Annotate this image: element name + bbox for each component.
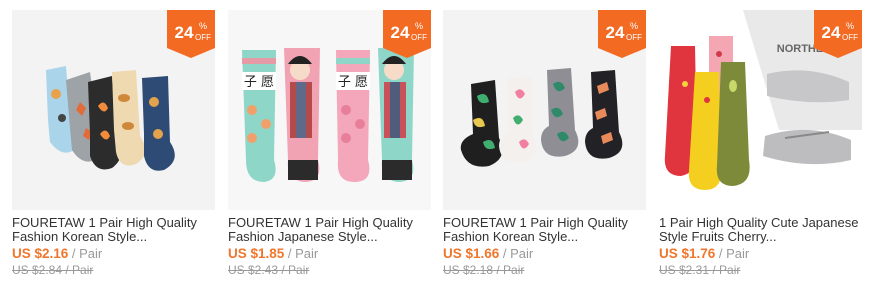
original-price: US $2.31 / Pair [659,263,740,277]
product-card[interactable]: NORTHEST 24 % OFF 1 Pair High Quality Cu… [659,10,862,280]
product-title-line1: 1 Pair High Quality Cute Japanese [659,216,859,230]
sock-text: 子 愿 [338,75,368,90]
product-title[interactable]: FOURETAW 1 Pair High Quality Fashion Kor… [12,216,215,244]
price-unit: / Pair [284,246,319,261]
original-price: US $2.43 / Pair [228,263,309,277]
price-value: US $1.66 [443,246,500,261]
product-price: US $1.76 / Pair [659,246,749,261]
discount-percent: % [846,21,854,31]
discount-badge: 24 % OFF [598,10,646,58]
discount-percent: % [199,21,207,31]
price-unit: / Pair [68,246,103,261]
product-title-line1: FOURETAW 1 Pair High Quality [12,216,197,230]
product-title-line2: Fashion Korean Style... [12,230,148,244]
original-price: US $2.18 / Pair [443,263,524,277]
discount-off: OFF [626,33,642,42]
price-value: US $1.85 [228,246,285,261]
original-price-value: US $2.31 [659,263,710,277]
sock-mint [242,50,276,182]
original-price-unit: / Pair [278,263,310,277]
sock-pink [336,50,370,182]
price-value: US $1.76 [659,246,716,261]
original-price-value: US $2.43 [228,263,279,277]
discount-number: 24 [606,23,625,42]
original-price-value: US $2.18 [443,263,494,277]
original-price-value: US $2.84 [12,263,63,277]
product-card[interactable]: 24 % OFF FOURETAW 1 Pair High Quality Fa… [12,10,215,280]
product-grid: 24 % OFF FOURETAW 1 Pair High Quality Fa… [0,0,887,287]
discount-badge: 24 % OFF [167,10,215,58]
product-title-line1: FOURETAW 1 Pair High Quality [228,216,413,230]
product-price: US $2.16 / Pair [12,246,102,261]
original-price-unit: / Pair [709,263,741,277]
product-title[interactable]: FOURETAW 1 Pair High Quality Fashion Kor… [443,216,646,244]
product-title-line1: FOURETAW 1 Pair High Quality [443,216,628,230]
product-title-line2: Fashion Japanese Style... [228,230,378,244]
original-price-unit: / Pair [493,263,525,277]
product-title-line2: Style Fruits Cherry... [659,230,777,244]
product-price: US $1.85 / Pair [228,246,318,261]
discount-percent: % [415,21,423,31]
price-value: US $2.16 [12,246,69,261]
discount-number: 24 [391,23,410,42]
product-title-line2: Fashion Korean Style... [443,230,579,244]
discount-badge: 24 % OFF [814,10,862,58]
price-unit: / Pair [715,246,750,261]
price-unit: / Pair [499,246,534,261]
discount-badge: 24 % OFF [383,10,431,58]
discount-number: 24 [175,23,194,42]
discount-percent: % [630,21,638,31]
original-price-unit: / Pair [62,263,94,277]
discount-off: OFF [195,33,211,42]
original-price: US $2.84 / Pair [12,263,93,277]
discount-off: OFF [842,33,858,42]
product-title[interactable]: 1 Pair High Quality Cute Japanese Style … [659,216,862,244]
sock-text: 子 愿 [244,75,274,90]
product-title[interactable]: FOURETAW 1 Pair High Quality Fashion Jap… [228,216,431,244]
product-price: US $1.66 / Pair [443,246,533,261]
discount-number: 24 [822,23,841,42]
product-card[interactable]: 24 % OFF FOURETAW 1 Pair High Quality Fa… [443,10,646,280]
discount-off: OFF [411,33,427,42]
product-card[interactable]: 子 愿 子 愿 24 % OFF FOURETAW 1 Pair High Qu… [228,10,431,280]
